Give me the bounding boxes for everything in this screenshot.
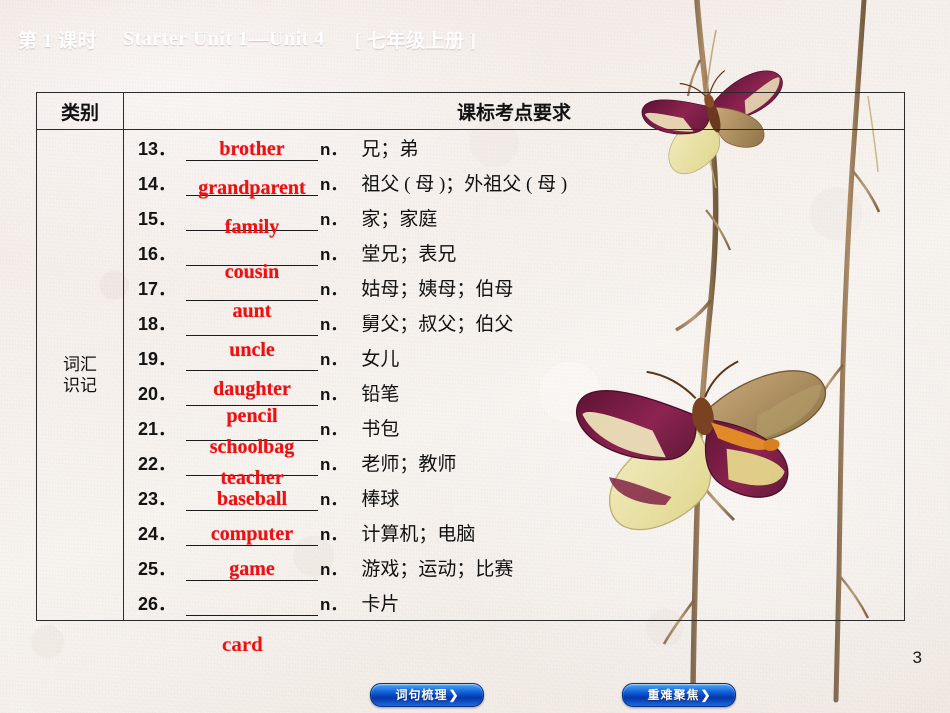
vocabulary-row-number: 22． [138, 453, 177, 474]
chinese-meaning: 游戏；运动；比赛 [361, 559, 514, 580]
vocabulary-row: 15． family n． 家；家庭 [124, 200, 904, 239]
part-of-speech: n． [320, 350, 348, 369]
part-of-speech: n． [320, 280, 348, 299]
vocabulary-row-number: 20． [138, 383, 177, 404]
answer-word: baseball [216, 488, 288, 510]
answer-word: computer [210, 523, 294, 545]
answer-blank: brother [186, 134, 318, 161]
vocabulary-row-number: 24． [138, 523, 177, 544]
part-of-speech: n． [320, 420, 348, 439]
vocabulary-row: 16． cousin n． 堂兄；表兄 [124, 235, 904, 284]
answer-blank: game [186, 554, 318, 581]
vocabulary-row-number: 13． [138, 138, 177, 159]
vocabulary-row: 25． game n． 游戏；运动；比赛 [124, 550, 904, 585]
vocabulary-row-number: 16． [138, 243, 177, 264]
chinese-meaning: 女儿 [361, 349, 400, 370]
chinese-meaning: 棒球 [361, 489, 400, 510]
answer-blank: grandparent [186, 169, 318, 199]
answer-blank: cousin [186, 239, 318, 283]
vocabulary-row-number: 23． [138, 488, 177, 509]
vocabulary-row-number: 17． [138, 278, 177, 299]
chinese-meaning: 兄；弟 [361, 139, 419, 160]
answer-word: grandparent [198, 177, 306, 199]
vocabulary-table: 类别 课标考点要求 词汇 识记 13． brother n． 兄；弟 14． grandp… [36, 92, 905, 621]
category-cell: 词汇 识记 [36, 129, 124, 621]
category-line-1: 词汇 [63, 354, 97, 374]
vocabulary-row-number: 15． [138, 208, 177, 229]
column-header-requirement: 课标考点要求 [123, 92, 905, 130]
chinese-meaning: 舅父；叔父；伯父 [361, 314, 514, 335]
part-of-speech: n． [320, 245, 348, 264]
vocabulary-row-number: 21． [138, 418, 177, 439]
answer-word: brother [219, 138, 285, 160]
vocabulary-row: 19． daughter n． 女儿 [124, 340, 904, 401]
answer-blank: computer [186, 519, 318, 546]
vocabulary-row: 23． baseball n． 棒球 [124, 480, 904, 515]
part-of-speech: n． [320, 210, 348, 229]
vocabulary-row: 26． n． 卡片 [124, 585, 904, 620]
nav-button-word-sentence-review[interactable]: 词句梳理 ❯ [370, 683, 484, 707]
part-of-speech: n． [320, 315, 348, 334]
nav-button-left-label: 词句梳理 [395, 688, 448, 702]
vocabulary-row-number: 26． [138, 593, 177, 614]
answer-blank: family [186, 204, 318, 238]
answer-blank [186, 589, 318, 616]
chinese-meaning: 家；家庭 [361, 209, 438, 230]
part-of-speech: n． [320, 490, 348, 509]
slide-canvas: 第 1 课时 Starter Unit 1—Unit 4 [ 七年级上册 ] 类… [0, 0, 950, 713]
vocabulary-row: 18． uncle n． 舅父；叔父；伯父 [124, 305, 904, 362]
nav-button-right-label: 重难聚焦 [647, 688, 700, 702]
vocabulary-list-cell: 13． brother n． 兄；弟 14． grandparent n． 祖父 ( 母 )；… [123, 129, 905, 621]
chinese-meaning: 铅笔 [361, 384, 400, 405]
chevron-right-icon: ❯ [700, 688, 711, 702]
vocabulary-row-number: 14． [138, 173, 177, 194]
part-of-speech: n． [320, 385, 348, 404]
chinese-meaning: 祖父 ( 母 )；外祖父 ( 母 ) [361, 174, 568, 195]
chinese-meaning: 计算机；电脑 [361, 524, 476, 545]
page-number: 3 [912, 648, 922, 667]
answer-blank: pencil [186, 379, 318, 427]
vocabulary-row: 17． aunt n． 姑母；姨母；伯母 [124, 270, 904, 323]
part-of-speech: n． [320, 175, 348, 194]
chinese-meaning: 书包 [361, 419, 400, 440]
table-body-row: 词汇 识记 13． brother n． 兄；弟 14． grandparent n． 祖父 … [36, 129, 905, 621]
vocabulary-row: 13． brother n． 兄；弟 [124, 130, 904, 165]
answer-blank: aunt [186, 274, 318, 322]
vocabulary-row-number: 18． [138, 313, 177, 334]
vocabulary-row: 20． pencil n． 铅笔 [124, 375, 904, 428]
answer-blank: uncle [186, 309, 318, 361]
answer-word: game [229, 558, 275, 580]
vocabulary-row-number: 19． [138, 348, 177, 369]
vocabulary-rows: 13． brother n． 兄；弟 14． grandparent n． 祖父 ( 母 )；… [124, 130, 904, 620]
answer-blank: teacher [186, 449, 318, 489]
answer-blank: schoolbag [186, 414, 318, 458]
vocabulary-row-number: 25． [138, 558, 177, 579]
vocabulary-row: 21． schoolbag n． 书包 [124, 410, 904, 459]
column-header-category: 类别 [36, 92, 124, 130]
vocabulary-row: 24． computer n． 计算机；电脑 [124, 515, 904, 550]
vocabulary-row: 14． grandparent n． 祖父 ( 母 )；外祖父 ( 母 ) [124, 165, 904, 200]
table-header-row: 类别 课标考点要求 [36, 92, 905, 130]
nav-button-key-difficulty-focus[interactable]: 重难聚焦 ❯ [622, 683, 736, 707]
part-of-speech: n． [320, 140, 348, 159]
part-of-speech: n． [320, 560, 348, 579]
answer-blank: daughter [186, 344, 318, 400]
chinese-meaning: 堂兄；表兄 [361, 244, 457, 265]
chevron-right-icon: ❯ [448, 688, 459, 702]
chinese-meaning: 姑母；姨母；伯母 [361, 279, 514, 300]
lesson-label: 第 1 课时 [18, 30, 98, 52]
grade-tag-label: [ 七年级上册 ] [354, 30, 477, 52]
part-of-speech: n． [320, 455, 348, 474]
vocabulary-row: 22． teacher n． 老师；教师 [124, 445, 904, 490]
chinese-meaning: 卡片 [361, 594, 400, 615]
unit-range-label: Starter Unit 1—Unit 4 [123, 27, 325, 50]
slide-title-bar: 第 1 课时 Starter Unit 1—Unit 4 [ 七年级上册 ] [18, 22, 476, 56]
part-of-speech: n． [320, 595, 348, 614]
chinese-meaning: 老师；教师 [361, 454, 457, 475]
category-line-2: 识记 [63, 376, 97, 395]
part-of-speech: n． [320, 525, 348, 544]
answer-blank: baseball [186, 484, 318, 511]
overflow-answer-card: card [222, 632, 263, 656]
